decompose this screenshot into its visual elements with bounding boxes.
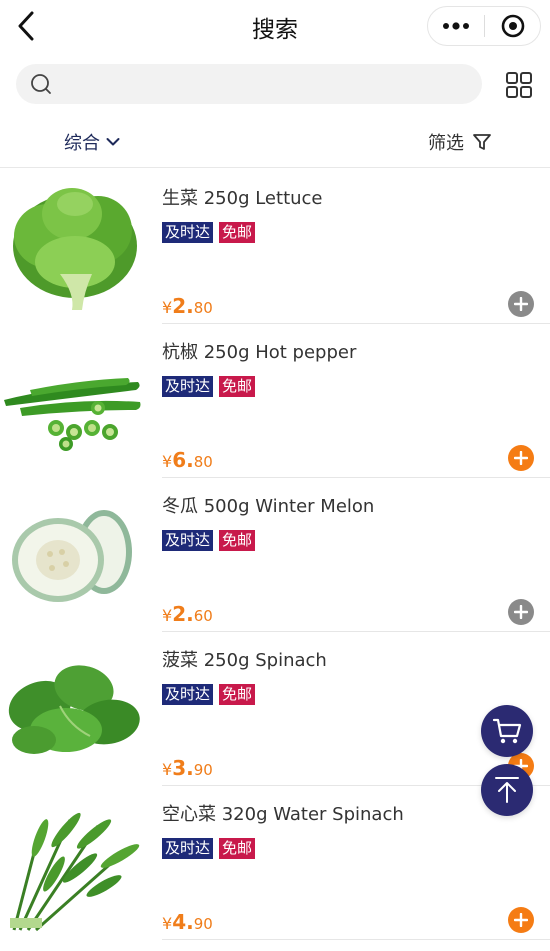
shopping-cart-icon (492, 718, 522, 744)
product-price: ¥4.90 (162, 910, 213, 934)
plus-icon (514, 297, 528, 311)
price-integer: 6. (172, 448, 194, 472)
target-icon (501, 14, 524, 38)
tag-free-shipping: 免邮 (219, 684, 256, 705)
product-price: ¥2.80 (162, 294, 213, 318)
arrow-up-to-top-icon (495, 777, 519, 803)
price-currency: ¥ (162, 298, 173, 317)
tag-fast-delivery: 及时达 (162, 684, 214, 705)
product-item[interactable]: 生菜 250g Lettuce 及时达 免邮 ¥2.80 (0, 170, 550, 324)
price-decimal: 60 (193, 607, 213, 625)
product-name: 冬瓜 500g Winter Melon (162, 496, 375, 517)
product-item[interactable]: 冬瓜 500g Winter Melon 及时达 免邮 ¥2.60 (0, 478, 550, 632)
tag-fast-delivery: 及时达 (162, 222, 214, 243)
spinach-image (8, 665, 140, 754)
sort-dropdown[interactable]: 综合 (64, 129, 120, 155)
price-integer: 2. (172, 294, 194, 318)
price-decimal: 80 (193, 299, 213, 317)
price-decimal: 80 (193, 453, 213, 471)
close-mini-program-button[interactable] (485, 7, 540, 45)
funnel-icon (473, 134, 491, 150)
tag-free-shipping: 免邮 (219, 530, 256, 551)
product-price: ¥6.80 (162, 448, 213, 472)
price-currency: ¥ (162, 452, 173, 471)
water-spinach-image (10, 812, 140, 932)
tag-free-shipping: 免邮 (219, 376, 256, 397)
product-price: ¥3.90 (162, 756, 213, 780)
product-tags: 及时达 免邮 (162, 222, 256, 243)
tag-fast-delivery: 及时达 (162, 530, 214, 551)
sort-label: 综合 (64, 133, 100, 154)
add-to-cart-button[interactable] (508, 291, 534, 317)
hot-pepper-image (4, 378, 141, 451)
product-info: 杭椒 250g Hot pepper 及时达 免邮 ¥6.80 (162, 324, 550, 478)
filter-button[interactable]: 筛选 (428, 129, 492, 155)
layout-toggle-button[interactable] (504, 70, 534, 100)
product-item[interactable]: 杭椒 250g Hot pepper 及时达 免邮 ¥6.80 (0, 324, 550, 478)
price-decimal: 90 (193, 915, 213, 933)
add-to-cart-button[interactable] (508, 599, 534, 625)
nav-bar: 搜索 (0, 0, 550, 52)
grid-view-icon (506, 72, 532, 98)
price-integer: 2. (172, 602, 194, 626)
product-item[interactable]: 菠菜 250g Spinach 及时达 免邮 ¥3.90 (0, 632, 550, 786)
plus-icon (514, 451, 528, 465)
price-integer: 4. (172, 910, 194, 934)
product-item[interactable]: 空心菜 320g Water Spinach 及时达 免邮 ¥4.90 (0, 786, 550, 940)
product-tags: 及时达 免邮 (162, 838, 256, 859)
add-to-cart-button[interactable] (508, 907, 534, 933)
plus-icon (514, 913, 528, 927)
lettuce-image (13, 188, 137, 310)
chevron-down-icon (106, 138, 120, 146)
add-to-cart-button[interactable] (508, 445, 534, 471)
filter-label: 筛选 (428, 133, 464, 154)
tag-fast-delivery: 及时达 (162, 838, 214, 859)
price-currency: ¥ (162, 606, 173, 625)
search-input[interactable] (62, 64, 482, 104)
more-button[interactable] (428, 7, 484, 45)
product-name: 杭椒 250g Hot pepper (162, 342, 357, 363)
price-decimal: 90 (193, 761, 213, 779)
product-name: 生菜 250g Lettuce (162, 188, 323, 209)
winter-melon-image (12, 510, 132, 602)
tag-free-shipping: 免邮 (219, 838, 256, 859)
plus-icon (514, 605, 528, 619)
product-price: ¥2.60 (162, 602, 213, 626)
more-dots-icon (443, 22, 469, 30)
mini-program-capsule (427, 6, 541, 46)
cart-button[interactable] (481, 705, 533, 757)
tag-free-shipping: 免邮 (219, 222, 256, 243)
search-box[interactable] (16, 64, 482, 104)
search-row (0, 52, 550, 116)
tag-fast-delivery: 及时达 (162, 376, 214, 397)
product-list: 生菜 250g Lettuce 及时达 免邮 ¥2.80 杭椒 250g Hot… (0, 170, 550, 940)
product-tags: 及时达 免邮 (162, 530, 256, 551)
product-name: 菠菜 250g Spinach (162, 650, 327, 671)
price-integer: 3. (172, 756, 194, 780)
price-currency: ¥ (162, 760, 173, 779)
product-info: 生菜 250g Lettuce 及时达 免邮 ¥2.80 (162, 170, 550, 324)
product-name: 空心菜 320g Water Spinach (162, 804, 404, 825)
product-tags: 及时达 免邮 (162, 684, 256, 705)
price-currency: ¥ (162, 914, 173, 933)
search-icon (31, 74, 51, 94)
product-info: 冬瓜 500g Winter Melon 及时达 免邮 ¥2.60 (162, 478, 550, 632)
product-tags: 及时达 免邮 (162, 376, 256, 397)
filter-bar: 综合 筛选 (0, 116, 550, 168)
back-to-top-button[interactable] (481, 764, 533, 816)
